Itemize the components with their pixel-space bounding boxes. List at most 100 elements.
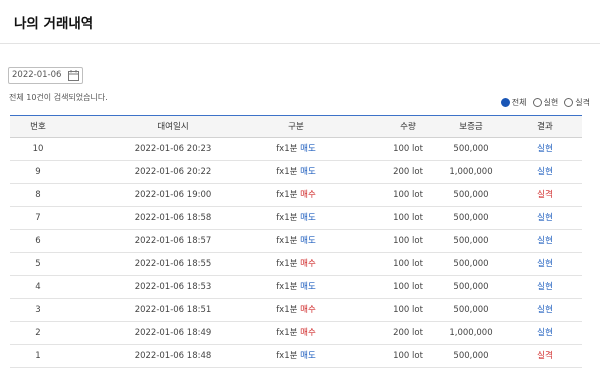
- cell-datetime: 2022-01-06 18:55: [134, 259, 212, 269]
- cell-qty: 100 lot: [393, 190, 423, 200]
- cell-deposit: 500,000: [453, 144, 489, 154]
- filter-label: 실현: [543, 97, 559, 107]
- result-filter: 전체 실현 실격: [495, 96, 590, 108]
- cell-datetime: 2022-01-06 18:58: [134, 213, 212, 223]
- product-name: fx1분: [276, 259, 298, 269]
- cell-qty: 100 lot: [393, 282, 423, 292]
- result-count: 전체 10건이 검색되었습니다.: [9, 93, 108, 102]
- cell-type: fx1분 매수: [260, 299, 332, 321]
- trade-side: 매도: [300, 236, 316, 246]
- filter-all[interactable]: 전체: [500, 97, 527, 108]
- cell-no: 3: [35, 305, 41, 315]
- cell-deposit: 1,000,000: [449, 328, 493, 338]
- cell-no: 9: [35, 167, 41, 177]
- cell-deposit: 1,000,000: [449, 167, 493, 177]
- page-title: 나의 거래내역: [14, 16, 94, 32]
- trade-side: 매도: [300, 167, 316, 177]
- cell-deposit: 500,000: [453, 282, 489, 292]
- cell-no: 4: [35, 282, 41, 292]
- filter-realized[interactable]: 실현: [532, 97, 559, 108]
- radio-icon[interactable]: [500, 97, 510, 107]
- product-name: fx1분: [276, 167, 298, 177]
- trade-side: 매수: [300, 190, 316, 200]
- header-datetime: 대여일시: [157, 122, 189, 132]
- trade-side: 매수: [300, 328, 316, 338]
- cell-type: fx1분 매도: [260, 161, 332, 183]
- table-row: 2 2022-01-06 18:49 fx1분 매수 200 lot 1,000,000…: [10, 322, 582, 345]
- cell-datetime: 2022-01-06 18:49: [134, 328, 212, 338]
- trade-side: 매수: [300, 305, 316, 315]
- cell-deposit: 500,000: [453, 351, 489, 361]
- cell-type: fx1분 매도: [260, 207, 332, 229]
- cell-type: fx1분 매도: [260, 276, 332, 298]
- table-body: 10 2022-01-06 20:23 fx1분 매도 100 lot 500,000 실…: [10, 138, 582, 368]
- cell-result: 실현: [537, 213, 553, 223]
- cell-qty: 100 lot: [393, 305, 423, 315]
- product-name: fx1분: [276, 305, 298, 315]
- trade-side: 매도: [300, 213, 316, 223]
- table-row: 8 2022-01-06 19:00 fx1분 매수 100 lot 500,000 실격: [10, 184, 582, 207]
- cell-result: 실현: [537, 259, 553, 269]
- cell-qty: 100 lot: [393, 351, 423, 361]
- cell-result: 실격: [537, 190, 553, 200]
- cell-result: 실현: [537, 144, 553, 154]
- cell-result: 실현: [537, 236, 553, 246]
- cell-deposit: 500,000: [453, 236, 489, 246]
- trade-side: 매수: [300, 259, 316, 269]
- cell-no: 1: [35, 351, 41, 361]
- page-header: 나의 거래내역: [0, 0, 600, 44]
- cell-datetime: 2022-01-06 18:51: [134, 305, 212, 315]
- header-qty: 수량: [400, 122, 416, 132]
- cell-result: 실현: [537, 328, 553, 338]
- cell-qty: 100 lot: [393, 213, 423, 223]
- trade-side: 매도: [300, 351, 316, 361]
- table-row: 7 2022-01-06 18:58 fx1분 매도 100 lot 500,000 실현: [10, 207, 582, 230]
- table-row: 3 2022-01-06 18:51 fx1분 매수 100 lot 500,000 실현: [10, 299, 582, 322]
- product-name: fx1분: [276, 190, 298, 200]
- product-name: fx1분: [276, 282, 298, 292]
- cell-deposit: 500,000: [453, 259, 489, 269]
- header-result: 결과: [537, 122, 553, 132]
- product-name: fx1분: [276, 144, 298, 154]
- table-row: 5 2022-01-06 18:55 fx1분 매수 100 lot 500,000 실현: [10, 253, 582, 276]
- cell-no: 10: [32, 144, 44, 154]
- cell-qty: 200 lot: [393, 167, 423, 177]
- table-header: 번호 대여일시 구분 수량 보증금 결과: [10, 115, 582, 138]
- date-picker[interactable]: [8, 67, 83, 84]
- cell-no: 7: [35, 213, 41, 223]
- filter-label: 전체: [511, 97, 527, 107]
- cell-result: 실격: [537, 351, 553, 361]
- product-name: fx1분: [276, 351, 298, 361]
- radio-icon[interactable]: [532, 97, 542, 107]
- trade-history-table: 번호 대여일시 구분 수량 보증금 결과 10 2022-01-06 20:23 f…: [10, 115, 582, 368]
- cell-type: fx1분 매수: [260, 322, 332, 344]
- cell-type: fx1분 매도: [260, 345, 332, 367]
- trade-side: 매도: [300, 282, 316, 292]
- filter-disqualified[interactable]: 실격: [564, 97, 590, 108]
- radio-icon[interactable]: [564, 97, 574, 107]
- table-row: 6 2022-01-06 18:57 fx1분 매도 100 lot 500,000 실현: [10, 230, 582, 253]
- cell-datetime: 2022-01-06 18:48: [134, 351, 212, 361]
- header-deposit: 보증금: [459, 122, 483, 132]
- table-row: 1 2022-01-06 18:48 fx1분 매도 100 lot 500,000 실격: [10, 345, 582, 368]
- cell-no: 8: [35, 190, 41, 200]
- calendar-icon[interactable]: [68, 70, 79, 81]
- cell-result: 실현: [537, 167, 553, 177]
- product-name: fx1분: [276, 236, 298, 246]
- cell-qty: 100 lot: [393, 144, 423, 154]
- product-name: fx1분: [276, 328, 298, 338]
- filter-label: 실격: [575, 97, 590, 107]
- cell-no: 5: [35, 259, 41, 269]
- cell-qty: 200 lot: [393, 328, 423, 338]
- cell-no: 2: [35, 328, 41, 338]
- table-row: 10 2022-01-06 20:23 fx1분 매도 100 lot 500,000 실…: [10, 138, 582, 161]
- table-row: 9 2022-01-06 20:22 fx1분 매도 200 lot 1,000,000…: [10, 161, 582, 184]
- cell-deposit: 500,000: [453, 213, 489, 223]
- cell-datetime: 2022-01-06 20:23: [134, 144, 212, 154]
- cell-result: 실현: [537, 305, 553, 315]
- trade-side: 매도: [300, 144, 316, 154]
- cell-datetime: 2022-01-06 18:53: [134, 282, 212, 292]
- date-input[interactable]: [9, 68, 67, 83]
- cell-datetime: 2022-01-06 18:57: [134, 236, 212, 246]
- cell-no: 6: [35, 236, 41, 246]
